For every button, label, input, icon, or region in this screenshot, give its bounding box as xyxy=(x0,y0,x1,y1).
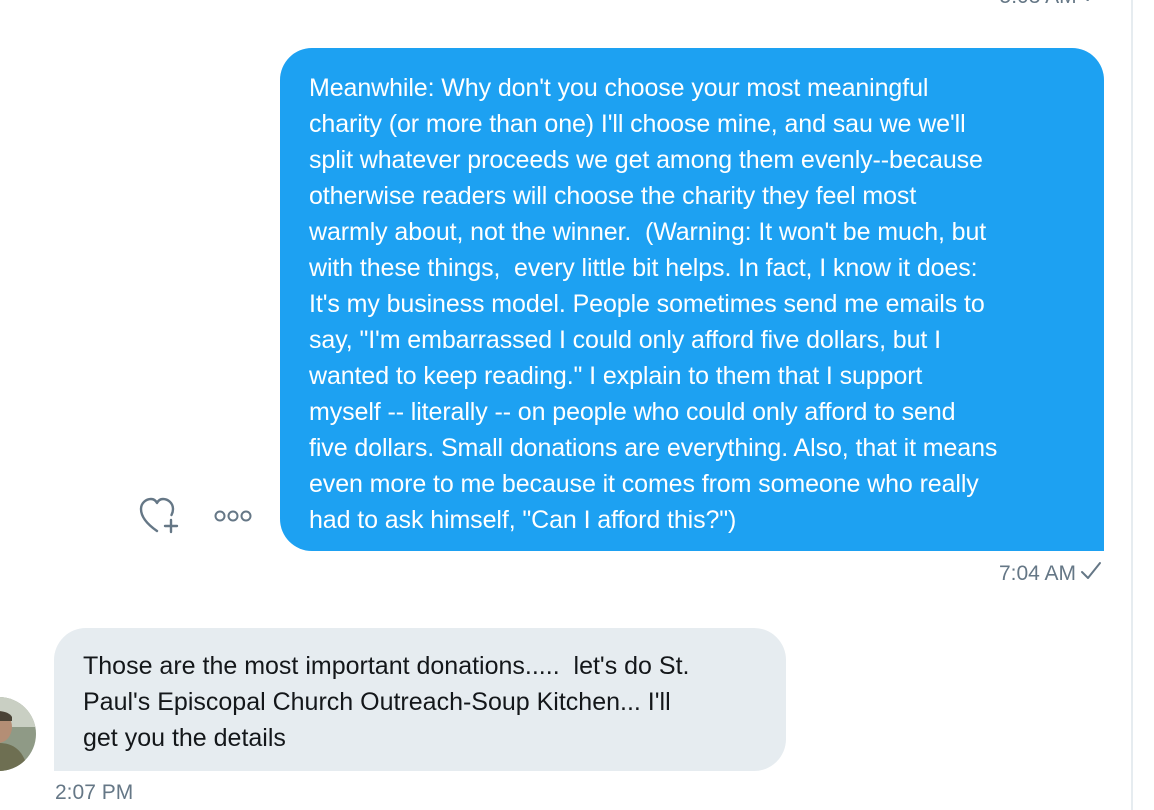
conversation-panel-border xyxy=(1131,0,1133,810)
heart-plus-icon[interactable] xyxy=(138,496,180,536)
avatar[interactable] xyxy=(0,697,36,771)
checkmark-icon xyxy=(1076,561,1102,587)
sent-message-meta: 7:04 AM xyxy=(999,561,1102,587)
received-message-timestamp: 2:07 PM xyxy=(55,781,134,804)
received-message-text: Those are the most important donations..… xyxy=(83,652,690,752)
previous-message-timestamp: 5:03 AM ✓ xyxy=(980,0,1100,9)
sent-message-bubble[interactable]: Meanwhile: Why don't you choose your mos… xyxy=(280,48,1104,551)
sent-message-timestamp: 7:04 AM xyxy=(998,562,1076,585)
sent-message-text: Meanwhile: Why don't you choose your mos… xyxy=(309,74,998,534)
received-message-bubble[interactable]: Those are the most important donations..… xyxy=(54,628,786,771)
more-options-icon[interactable] xyxy=(212,508,254,524)
